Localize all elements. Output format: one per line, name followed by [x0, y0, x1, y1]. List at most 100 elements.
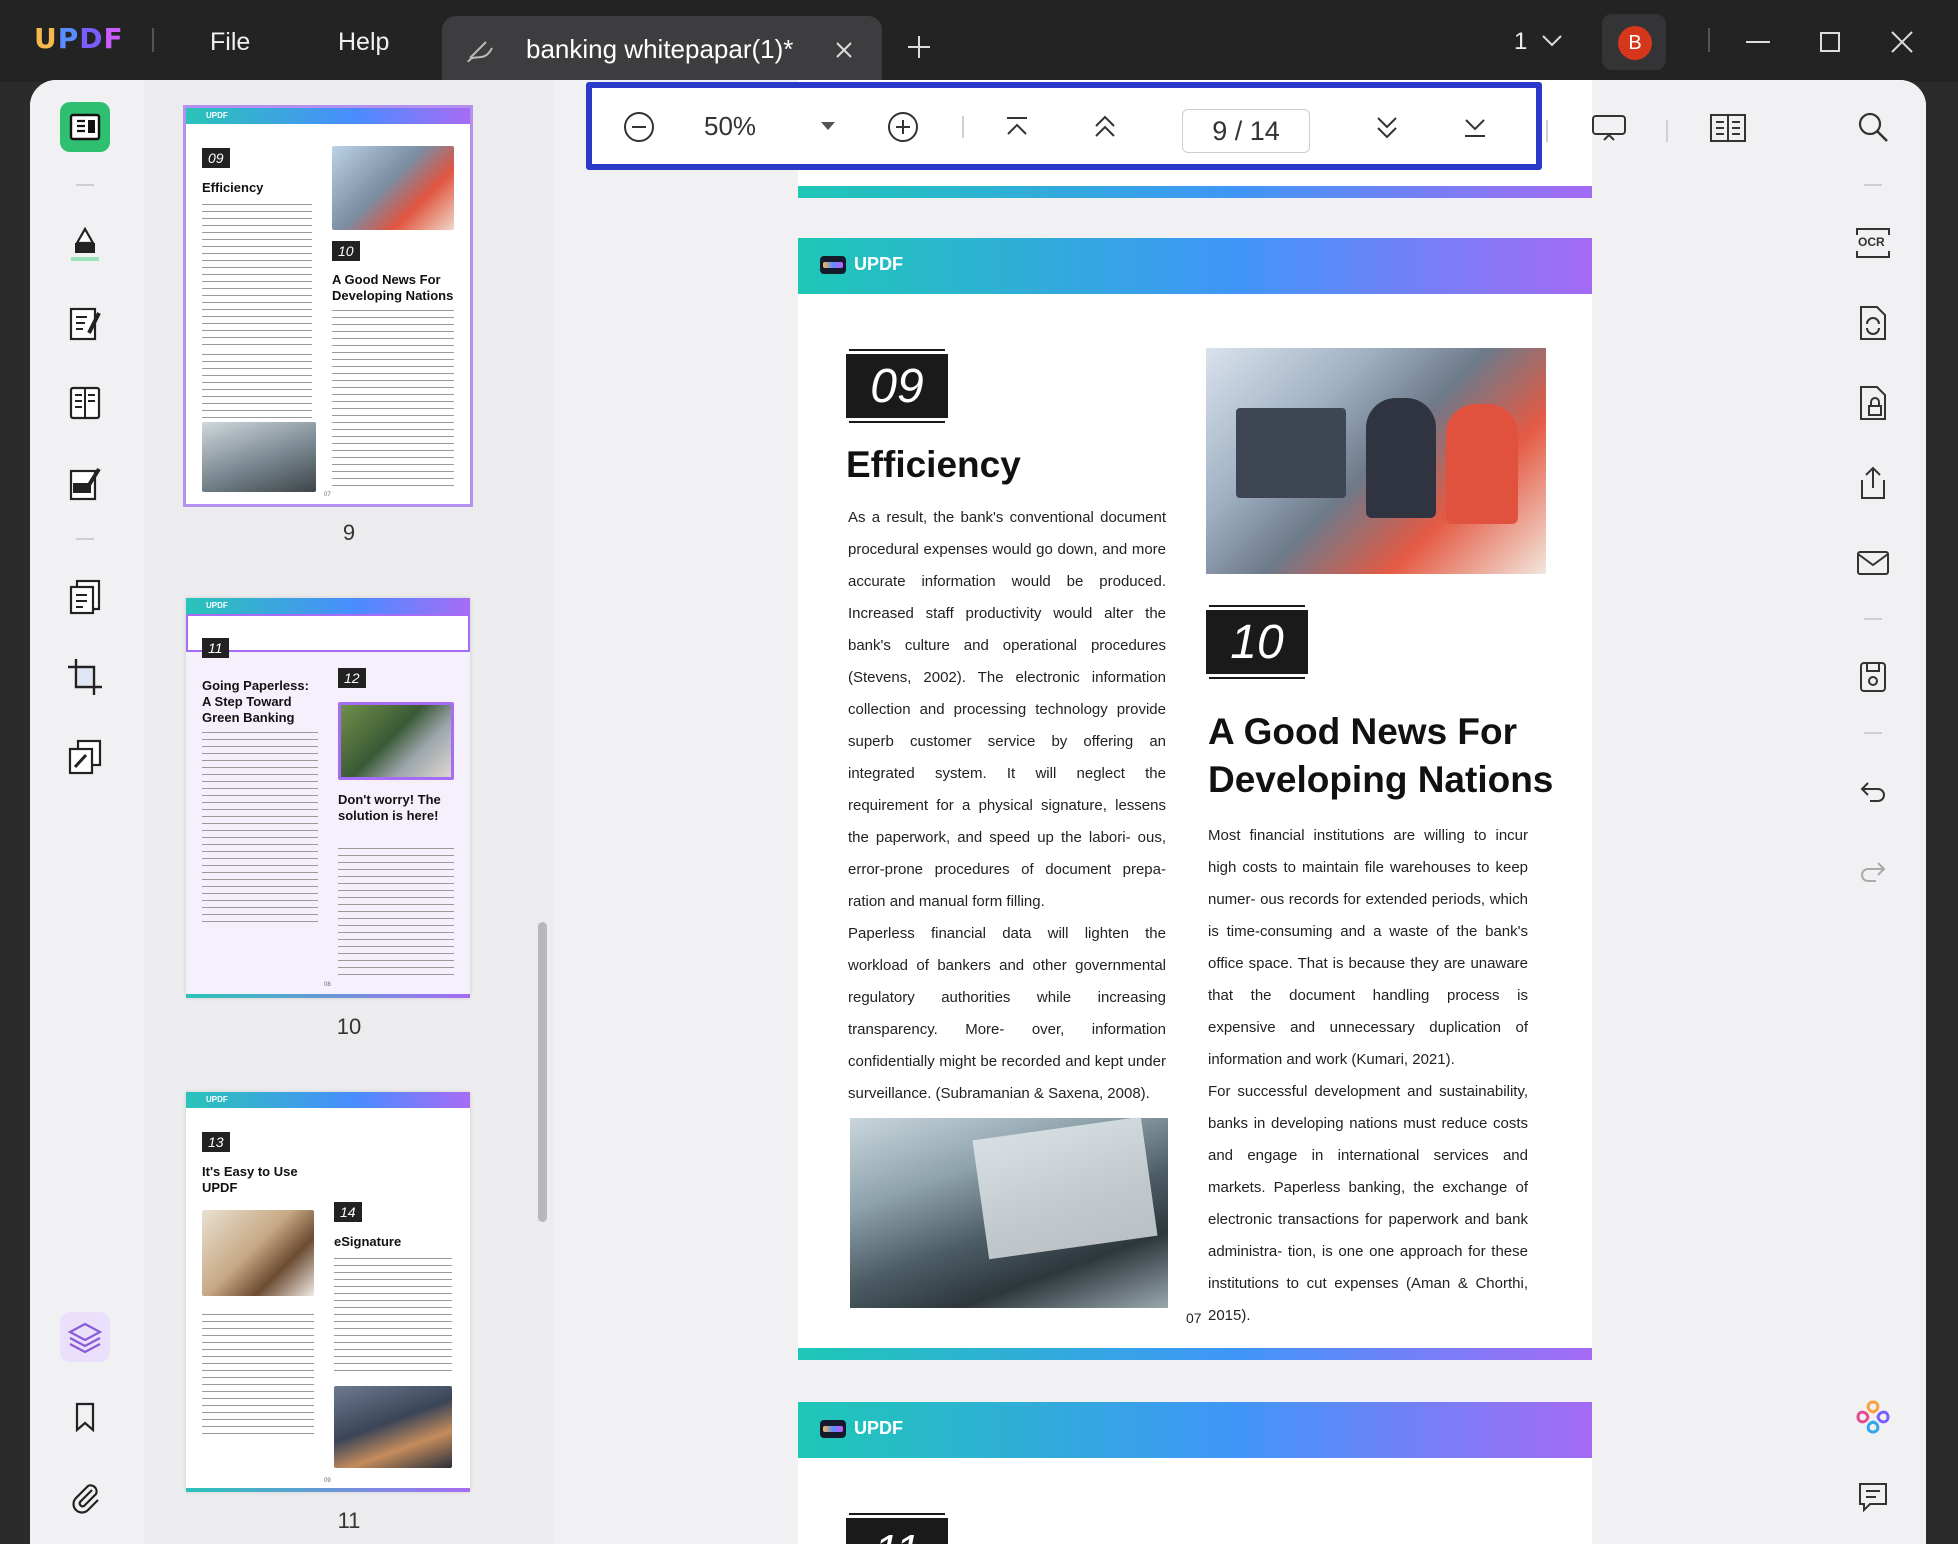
comment-icon[interactable]	[60, 218, 110, 268]
next-page-icon[interactable]	[1370, 110, 1404, 144]
page-number: 07	[1186, 1310, 1202, 1326]
app-window: UPDF 09 Efficiency 10 A Good News For De…	[30, 80, 1926, 1544]
window-count: 1	[1514, 28, 1528, 55]
page-separator: /	[1234, 116, 1243, 146]
thumb-section-number: 10	[332, 241, 360, 261]
divider	[76, 184, 94, 186]
menu-help[interactable]: Help	[338, 28, 389, 57]
thumb-section-number: 12	[338, 668, 366, 688]
convert-icon[interactable]	[60, 572, 110, 622]
thumb-page-number: 07	[324, 492, 331, 498]
zoom-level[interactable]: 50%	[704, 111, 756, 142]
page-thumbnail[interactable]: UPDF 09 Efficiency 10 A Good News For De…	[186, 108, 470, 504]
zoom-in-icon[interactable]	[886, 110, 920, 144]
thumbnail-page-label: 11	[337, 1508, 361, 1533]
divider	[1546, 120, 1548, 142]
menu-file[interactable]: File	[210, 28, 250, 57]
new-tab-icon[interactable]	[906, 34, 932, 60]
divider	[1864, 184, 1882, 186]
page-header-bar	[798, 238, 1592, 294]
presentation-icon[interactable]	[1590, 110, 1628, 146]
convert-file-icon[interactable]	[1848, 298, 1898, 348]
avatar: B	[1618, 26, 1652, 60]
protect-icon[interactable]	[1848, 378, 1898, 428]
previous-page-icon[interactable]	[1088, 110, 1122, 144]
attachment-icon[interactable]	[60, 1472, 110, 1522]
bookmark-icon[interactable]	[60, 1392, 110, 1442]
account-button[interactable]: B	[1602, 14, 1666, 70]
thumb-text-block	[338, 848, 454, 978]
thumbnail-scrollbar[interactable]	[538, 922, 547, 1222]
left-toolbar	[30, 80, 144, 1544]
crop-icon[interactable]	[60, 652, 110, 702]
chevron-down-icon[interactable]	[1540, 32, 1564, 50]
thumb-section-title: Don't worry! The solution is here!	[338, 792, 441, 823]
page-footer-bar	[798, 1348, 1592, 1360]
thumbnail-panel: UPDF 09 Efficiency 10 A Good News For De…	[144, 80, 554, 1544]
thumb-header	[186, 598, 470, 614]
comment-list-icon[interactable]	[1848, 1472, 1898, 1522]
document-page: UPDF 09 Efficiency As a result, the bank…	[798, 238, 1592, 1360]
thumb-highlight	[186, 614, 470, 652]
thumb-header	[186, 1092, 470, 1108]
thumb-footer-bar	[186, 1488, 470, 1492]
redo-icon[interactable]	[1848, 846, 1898, 896]
section-number-09: 09	[846, 354, 948, 418]
thumb-section-title: Going Paperless: A Step Toward Green Ban…	[202, 678, 309, 725]
thumb-image	[202, 422, 316, 492]
email-icon[interactable]	[1848, 538, 1898, 588]
page-thumbnail[interactable]: UPDF 13 It's Easy to Use UPDF 14 eSignat…	[186, 1092, 470, 1492]
last-page-icon[interactable]	[1458, 110, 1492, 144]
page-display-icon[interactable]	[1708, 110, 1748, 146]
thumb-text-block	[202, 732, 318, 926]
office-photo	[1206, 348, 1546, 574]
title-separator	[152, 28, 154, 52]
thumb-section-title: Efficiency	[202, 180, 264, 195]
current-page: 9	[1212, 116, 1228, 146]
section-number-11: 11	[846, 1518, 948, 1544]
thumb-text-block	[202, 354, 312, 424]
updf-mark-icon	[820, 1419, 846, 1438]
page-footer-bar	[798, 186, 1592, 198]
thumb-section-number: 14	[334, 1202, 362, 1222]
thumb-text-block	[202, 1314, 314, 1434]
thumb-section-title: A Good News For Developing Nations	[332, 272, 454, 303]
paragraph: Most financial institutions are willing …	[1208, 827, 1528, 1068]
zoom-navigation-toolbar: 50% 9 / 14	[586, 82, 1542, 170]
maximize-icon[interactable]	[1810, 22, 1850, 62]
edit-pdf-icon[interactable]	[60, 298, 110, 348]
divider	[1864, 732, 1882, 734]
minimize-icon[interactable]	[1738, 22, 1778, 62]
batch-icon[interactable]	[60, 732, 110, 782]
zoom-dropdown-icon[interactable]	[818, 116, 838, 136]
share-icon[interactable]	[1848, 458, 1898, 508]
divider	[1666, 120, 1668, 142]
first-page-icon[interactable]	[1000, 110, 1034, 144]
page-thumbnail[interactable]: UPDF 11 Going Paperless: A Step Toward G…	[186, 598, 470, 998]
section-title-efficiency: Efficiency	[846, 444, 1021, 485]
thumb-logo: UPDF	[206, 601, 228, 610]
page-organize-icon[interactable]	[60, 378, 110, 428]
close-tab-icon[interactable]	[834, 40, 854, 60]
page-logo: UPDF	[820, 254, 903, 275]
page-number-input[interactable]: 9 / 14	[1182, 109, 1310, 153]
laptop-photo	[850, 1116, 1168, 1308]
zoom-out-icon[interactable]	[622, 110, 656, 144]
tab-title: banking whitepapar(1)*	[526, 34, 794, 64]
fill-sign-icon[interactable]	[60, 458, 110, 508]
save-icon[interactable]	[1848, 652, 1898, 702]
paragraph: Paperless financial data will lighten th…	[848, 925, 1166, 1102]
ocr-icon[interactable]: OCR	[1848, 218, 1898, 268]
undo-icon[interactable]	[1848, 766, 1898, 816]
close-window-icon[interactable]	[1882, 22, 1922, 62]
search-icon[interactable]	[1848, 102, 1898, 152]
layers-icon[interactable]	[60, 1312, 110, 1362]
ai-assistant-icon[interactable]	[1848, 1392, 1898, 1442]
thumb-section-number: 09	[202, 148, 230, 168]
right-toolbar: OCR	[1822, 80, 1926, 1544]
divider	[76, 538, 94, 540]
title-separator	[1708, 28, 1710, 52]
reader-icon[interactable]	[60, 102, 110, 152]
thumb-section-title: eSignature	[334, 1234, 402, 1249]
document-tab[interactable]: banking whitepapar(1)*	[442, 16, 882, 82]
